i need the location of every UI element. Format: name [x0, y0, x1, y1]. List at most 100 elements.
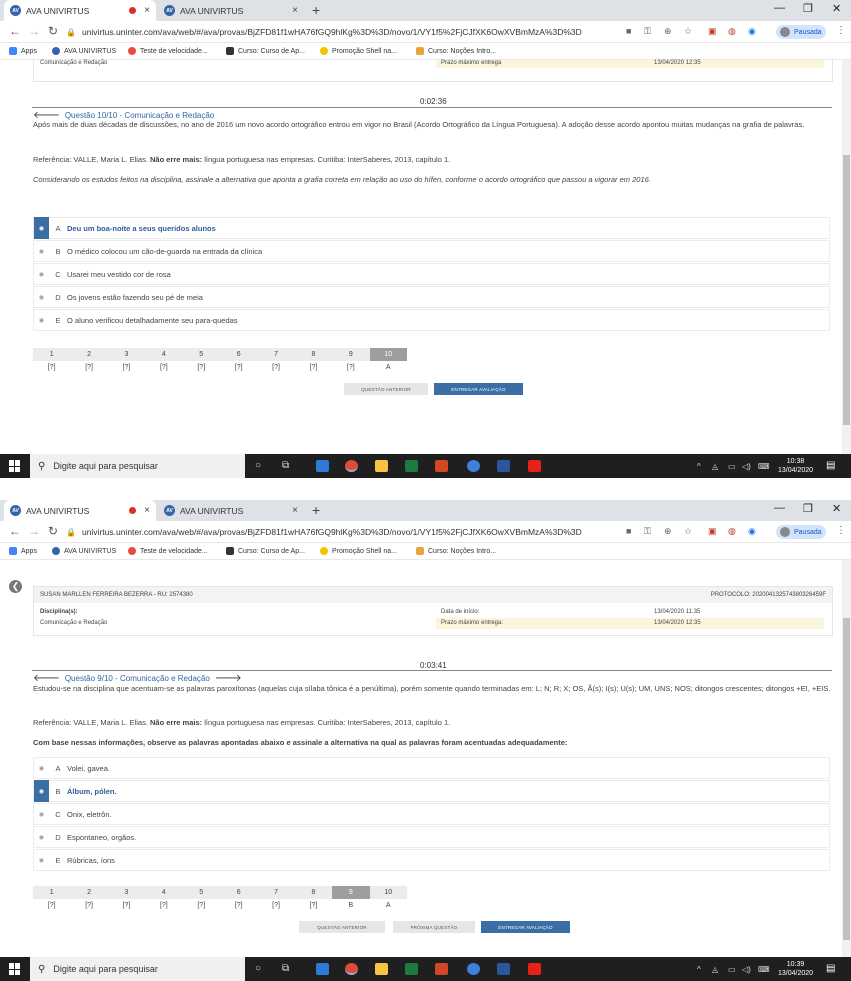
bookmark-shell[interactable]: Promoção Shell na... — [320, 47, 397, 55]
question-nav-item[interactable]: 1 [?] — [33, 886, 71, 909]
bookmark-speedtest[interactable]: Teste de velocidade... — [128, 47, 208, 55]
question-number[interactable]: 4 — [145, 348, 183, 361]
battery-icon[interactable]: ▭ — [728, 965, 736, 974]
question-number[interactable]: 9 — [332, 348, 370, 361]
task-view-icon[interactable]: ⧉ — [282, 963, 289, 974]
answer-option[interactable]: ◉ D Os jovens estão fazendo seu pé de meia — [33, 286, 830, 308]
question-nav-item[interactable]: 10 A — [369, 886, 407, 909]
notifications-icon[interactable]: ▤ — [826, 963, 835, 974]
question-nav-item[interactable]: 8 [?] — [294, 886, 333, 909]
windows-start-icon[interactable] — [9, 460, 21, 472]
question-number[interactable]: 4 — [145, 886, 183, 899]
answer-option[interactable]: ◉ E Rúbricas, íons — [33, 849, 830, 871]
youtube-icon[interactable] — [528, 460, 541, 472]
close-icon[interactable]: × — [292, 5, 298, 16]
submit-exam-button[interactable]: ENTREGAR AVALIAÇÃO — [434, 383, 523, 395]
bookmark-ava[interactable]: AVA UNIVIRTUS — [52, 547, 116, 555]
question-number[interactable]: 6 — [219, 886, 258, 899]
word-icon[interactable] — [497, 460, 510, 472]
back-icon[interactable]: ← — [9, 24, 21, 38]
answer-option[interactable]: ◉ C Onix, eletrôn. — [33, 803, 830, 825]
question-number[interactable]: 9 — [332, 886, 370, 899]
question-nav-item[interactable]: 9 [?] — [332, 348, 370, 371]
chrome-alt-icon[interactable] — [467, 460, 480, 472]
forward-icon[interactable]: → — [28, 24, 40, 38]
pocket-extension-icon[interactable]: ◍ — [728, 26, 736, 37]
edge-icon[interactable] — [316, 963, 329, 975]
tray-chevron-icon[interactable]: ^ — [697, 462, 701, 471]
question-number[interactable]: 1 — [33, 348, 71, 361]
volume-icon[interactable]: ◁) — [742, 462, 751, 471]
profile-button[interactable]: Pausada — [776, 525, 826, 539]
tab-ava-2[interactable]: AV AVA UNIVIRTUS × — [158, 0, 304, 21]
bookmark-apps[interactable]: Apps — [9, 547, 37, 555]
new-tab-button[interactable]: + — [312, 2, 320, 18]
zoom-icon[interactable]: ⊕ — [664, 26, 672, 37]
menu-icon[interactable]: ⋮ — [836, 525, 846, 536]
radio-icon[interactable]: ◉ — [34, 240, 49, 262]
question-number[interactable]: 10 — [369, 886, 407, 899]
system-clock[interactable]: 10:38 13/04/2020 — [778, 457, 813, 475]
radio-icon[interactable]: ◉ — [34, 309, 49, 331]
url-field[interactable]: 🔒 univirtus.uninter.com/ava/web/#/ava/pr… — [66, 524, 626, 540]
question-nav-item[interactable]: 1 [?] — [33, 348, 71, 371]
radio-icon[interactable]: ◉ — [34, 217, 49, 239]
question-number[interactable]: 3 — [107, 348, 146, 361]
answer-option[interactable]: ◉ D Espontaneo, orgãos. — [33, 826, 830, 848]
scrollbar[interactable] — [842, 60, 851, 454]
cortana-icon[interactable]: ○ — [255, 963, 261, 974]
question-nav-item[interactable]: 7 [?] — [257, 886, 295, 909]
radio-icon[interactable]: ◉ — [34, 803, 49, 825]
question-nav-item[interactable]: 6 [?] — [219, 348, 258, 371]
scrollbar-thumb[interactable] — [843, 155, 850, 425]
question-nav-item[interactable]: 8 [?] — [294, 348, 333, 371]
cortana-icon[interactable]: ○ — [255, 460, 261, 471]
question-nav-item[interactable]: 3 [?] — [107, 886, 146, 909]
pocket-extension-icon[interactable]: ◍ — [728, 526, 736, 537]
menu-icon[interactable]: ⋮ — [836, 25, 846, 36]
bookmark-curso[interactable]: Curso: Curso de Ap... — [226, 47, 305, 55]
question-number[interactable]: 5 — [182, 886, 220, 899]
answer-option[interactable]: ◉ A Volei, gavea. — [33, 757, 830, 779]
restore-icon[interactable]: ❐ — [803, 502, 813, 515]
excel-icon[interactable] — [405, 460, 418, 472]
answer-option[interactable]: ◉ C Usarei meu vestido cor de rosa — [33, 263, 830, 285]
question-nav-item[interactable]: 7 [?] — [257, 348, 295, 371]
bookmark-speedtest[interactable]: Teste de velocidade... — [128, 547, 208, 555]
question-nav-item[interactable]: 3 [?] — [107, 348, 146, 371]
bookmark-shell[interactable]: Promoção Shell na... — [320, 547, 397, 555]
submit-exam-button[interactable]: ENTREGAR AVALIAÇÃO — [481, 921, 570, 933]
pdf-extension-icon[interactable]: ▣ — [708, 526, 717, 537]
key-icon[interactable]: ⚿ — [644, 526, 651, 537]
question-number[interactable]: 2 — [70, 886, 108, 899]
task-view-icon[interactable]: ⧉ — [282, 460, 289, 471]
radio-icon[interactable]: ◉ — [34, 286, 49, 308]
bookmark-ava[interactable]: AVA UNIVIRTUS — [52, 47, 116, 55]
question-number[interactable]: 2 — [70, 348, 108, 361]
radio-icon[interactable]: ◉ — [34, 849, 49, 871]
file-explorer-icon[interactable] — [375, 963, 388, 975]
reload-icon[interactable]: ↻ — [48, 524, 58, 538]
question-nav-item[interactable]: 4 [?] — [145, 886, 183, 909]
radio-icon[interactable]: ◉ — [34, 263, 49, 285]
volume-icon[interactable]: ◁) — [742, 965, 751, 974]
close-icon[interactable]: × — [292, 505, 298, 516]
question-number[interactable]: 7 — [257, 348, 295, 361]
question-nav-item[interactable]: 10 A — [369, 348, 407, 371]
radio-icon[interactable]: ◉ — [34, 780, 49, 802]
zoom-icon[interactable]: ⊕ — [664, 526, 672, 537]
radio-icon[interactable]: ◉ — [34, 757, 49, 779]
restore-icon[interactable]: ❐ — [803, 2, 813, 15]
minimize-icon[interactable]: — — [774, 2, 785, 14]
camera-icon[interactable]: ■ — [626, 26, 631, 36]
star-icon[interactable]: ☆ — [684, 26, 692, 37]
question-number[interactable]: 1 — [33, 886, 71, 899]
tab-ava-1[interactable]: AV AVA UNIVIRTUS × — [4, 0, 156, 21]
bookmark-nocoes[interactable]: Curso: Noções Intro... — [416, 547, 496, 555]
system-clock[interactable]: 10:39 13/04/2020 — [778, 960, 813, 978]
question-nav-item[interactable]: 2 [?] — [70, 886, 108, 909]
url-field[interactable]: 🔒 univirtus.uninter.com/ava/web/#/ava/pr… — [66, 24, 626, 40]
star-icon[interactable]: ☆ — [684, 526, 692, 537]
window-close-icon[interactable]: ✕ — [832, 2, 841, 15]
question-nav-item[interactable]: 5 [?] — [182, 348, 220, 371]
